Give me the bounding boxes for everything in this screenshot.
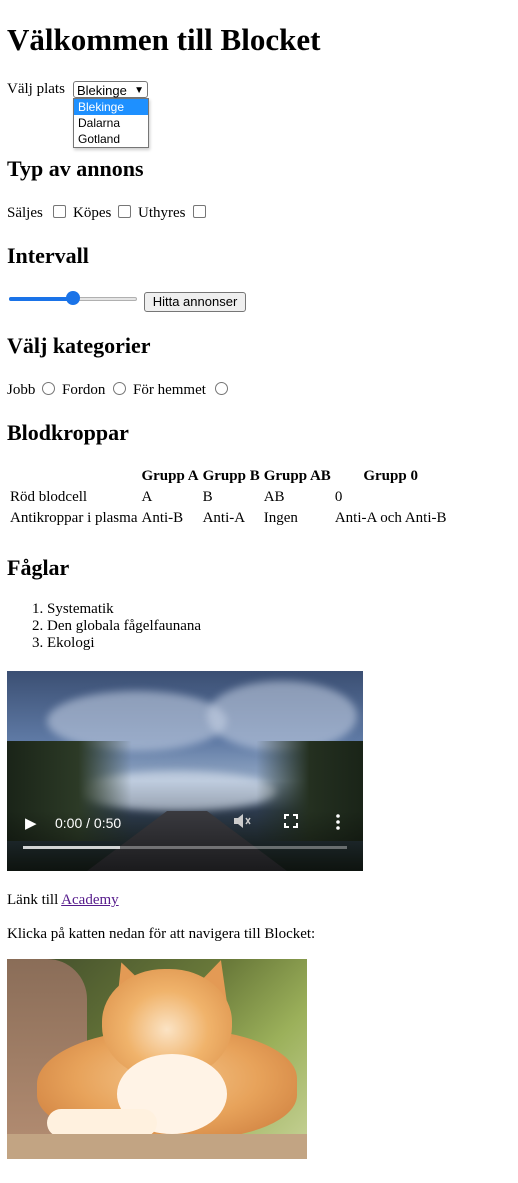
table-row: Röd blodcell A B AB 0 [9, 488, 448, 507]
categories-heading: Välj kategorier [7, 333, 151, 358]
video-time: 0:00 / 0:50 [55, 815, 122, 831]
ad-type-label-kopes: Köpes [73, 205, 112, 221]
category-label-hemmet: För hemmet [133, 382, 206, 398]
saljes-checkbox[interactable] [53, 205, 66, 218]
table-cell: Anti-A [202, 510, 246, 526]
ad-type-heading: Typ av annons [7, 156, 144, 181]
blood-table: Grupp A Grupp B Grupp AB Grupp 0 Röd blo… [7, 465, 450, 530]
cat-image-table [7, 1134, 307, 1159]
category-label-jobb: Jobb [7, 382, 36, 398]
location-selected-value: Blekinge [77, 83, 127, 98]
cat-image-link[interactable] [7, 959, 307, 1159]
jobb-radio[interactable] [42, 382, 55, 395]
play-icon[interactable]: ▶ [25, 814, 37, 832]
list-item: Systematik [47, 601, 201, 618]
table-cell: AB [263, 489, 285, 505]
cat-caption: Klicka på katten nedan för att navigera … [7, 926, 316, 942]
uthyres-checkbox[interactable] [193, 205, 206, 218]
cat-image-paw [47, 1109, 157, 1137]
fordon-radio[interactable] [113, 382, 126, 395]
category-label-fordon: Fordon [62, 382, 106, 398]
table-header-grupp-0: Grupp 0 [363, 468, 418, 484]
table-cell: A [141, 489, 153, 505]
link-prefix: Länk till [7, 892, 62, 908]
table-header-grupp-b: Grupp B [202, 468, 260, 484]
find-ads-button[interactable]: Hitta annonser [144, 292, 246, 312]
ad-type-label-uthyres: Uthyres [138, 205, 186, 221]
table-cell: 0 [334, 489, 343, 505]
ad-type-label-saljes: Säljes [7, 205, 43, 221]
birds-heading: Fåglar [7, 555, 70, 580]
table-header-empty [9, 467, 138, 486]
more-options-icon[interactable] [336, 814, 340, 833]
location-label: Välj plats [7, 81, 65, 97]
location-option-gotland[interactable]: Gotland [74, 131, 148, 147]
birds-list: Systematik Den globala fågelfaunana Ekol… [7, 601, 201, 652]
location-select[interactable]: Blekinge ▼ [73, 81, 148, 98]
table-cell: Ingen [263, 510, 298, 526]
interval-slider-thumb[interactable] [66, 291, 80, 305]
table-cell: Anti-B [141, 510, 184, 526]
blood-heading: Blodkroppar [7, 420, 129, 445]
interval-heading: Intervall [7, 243, 89, 268]
fullscreen-icon[interactable] [284, 814, 298, 831]
video-player[interactable]: ▶ 0:00 / 0:50 [7, 671, 363, 871]
list-item: Ekologi [47, 635, 201, 652]
table-cell: Anti-A och Anti-B [334, 510, 447, 526]
table-cell: B [202, 489, 213, 505]
kopes-checkbox[interactable] [118, 205, 131, 218]
table-header-row: Grupp A Grupp B Grupp AB Grupp 0 [9, 467, 448, 486]
video-progress-buffered [23, 846, 121, 849]
chevron-down-icon: ▼ [134, 85, 144, 96]
academy-link-line: Länk till Academy [7, 892, 119, 909]
interval-slider-fill [9, 297, 73, 301]
table-header-grupp-a: Grupp A [141, 468, 199, 484]
table-header-grupp-ab: Grupp AB [263, 468, 331, 484]
mute-icon[interactable] [233, 813, 251, 832]
list-item: Den globala fågelfaunana [47, 618, 201, 635]
academy-link[interactable]: Academy [61, 892, 118, 908]
location-option-dalarna[interactable]: Dalarna [74, 115, 148, 131]
location-dropdown-list[interactable]: Blekinge Dalarna Gotland [73, 98, 149, 148]
table-cell: Röd blodcell [10, 489, 88, 505]
table-cell: Antikroppar i plasma [10, 510, 138, 526]
location-option-blekinge[interactable]: Blekinge [74, 99, 148, 115]
page-title: Välkommen till Blocket [7, 22, 321, 57]
table-row: Antikroppar i plasma Anti-B Anti-A Ingen… [9, 509, 448, 528]
for-hemmet-radio[interactable] [215, 382, 228, 395]
